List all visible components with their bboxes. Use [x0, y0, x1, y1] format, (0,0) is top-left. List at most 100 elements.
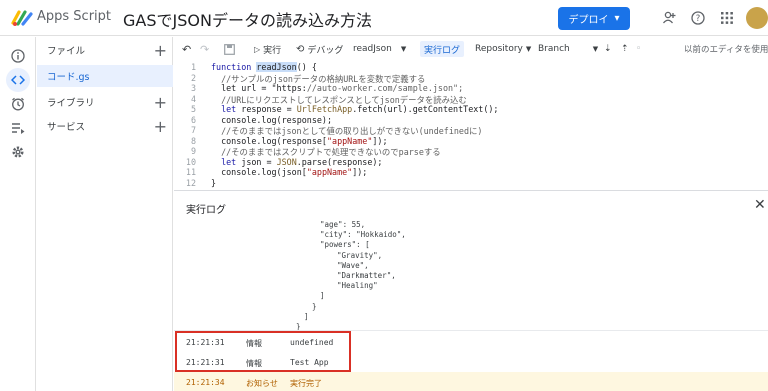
function-select-value: readJson — [353, 44, 392, 54]
line-number: 5 — [190, 104, 196, 114]
log-json-line: "powers": [ — [320, 240, 370, 250]
log-json-line: ] — [320, 291, 325, 301]
debug-button[interactable]: ⟲ デバッグ — [296, 41, 343, 57]
log-json-line: "city": "Hokkaido", — [320, 230, 406, 240]
add-library-icon[interactable]: + — [154, 93, 167, 112]
line-number: 8 — [190, 135, 196, 146]
log-row: 21:21:34 お知らせ 実行完了 — [174, 372, 768, 391]
services-label: サービス — [47, 122, 86, 133]
code-line: 4 //URLにリクエストしてレスポンスとしてjsonデータを読み込む — [174, 94, 768, 105]
legacy-editor-link[interactable]: 以前のエディタを使用 — [684, 41, 768, 57]
deploy-button[interactable]: デプロイ ▾ — [558, 7, 630, 30]
code-line: 12} — [174, 178, 768, 189]
project-title[interactable]: GASでJSONデータの読み込み方法 — [123, 7, 372, 31]
log-json-line: "Wave", — [328, 260, 369, 270]
files-section: ファイル + — [37, 39, 173, 61]
log-level: お知らせ — [246, 379, 278, 388]
log-message: 実行完了 — [290, 379, 322, 388]
code-line: 5 let response = UrlFetchApp.fetch(url).… — [174, 104, 768, 115]
add-person-icon[interactable] — [661, 10, 677, 26]
chevron-down-icon: ▼ — [592, 45, 599, 53]
branch-select[interactable]: Branch ▼ — [538, 41, 598, 57]
log-title: 実行ログ — [186, 205, 226, 216]
file-sidebar: ファイル + コード.gs ライブラリ + サービス + — [37, 37, 173, 391]
chevron-down-icon: ▾ — [614, 13, 620, 24]
push-icon[interactable]: ⇡ — [621, 41, 629, 57]
chevron-down-icon: ▼ — [525, 45, 532, 53]
repository-label: Repository — [475, 44, 523, 54]
history-icon[interactable]: ◦ — [636, 41, 641, 57]
deploy-button-label: デプロイ — [568, 15, 609, 26]
code-text: let response = UrlFetchApp.fetch(url).ge… — [221, 104, 499, 114]
close-icon[interactable]: ✕ — [754, 197, 766, 213]
line-number: 10 — [185, 156, 196, 167]
log-json-line: "Darkmatter", — [328, 271, 396, 280]
code-line: 8 console.log(response["appName"]); — [174, 136, 768, 147]
file-item-code-gs[interactable]: コード.gs — [37, 65, 173, 87]
redo-icon[interactable]: ↷ — [200, 41, 209, 57]
repository-select[interactable]: Repository ▼ — [475, 41, 531, 57]
run-button[interactable]: ▷ 実行 — [254, 41, 281, 57]
services-section: サービス + — [37, 115, 173, 137]
editor-toolbar: ↶ ↷ ▷ 実行 ⟲ デバッグ readJson ▼ 実行ログ Reposito… — [174, 37, 768, 61]
code-text: } — [211, 177, 217, 188]
libraries-section: ライブラリ + — [37, 91, 173, 113]
app-header: Apps Script GASでJSONデータの読み込み方法 デプロイ ▾ ? — [0, 0, 768, 36]
file-name: コード.gs — [47, 72, 90, 83]
add-file-icon[interactable]: + — [154, 41, 167, 60]
add-service-icon[interactable]: + — [154, 117, 167, 136]
code-line: 2 //サンプルのjsonデータの格納URLを変数で定義する — [174, 73, 768, 84]
log-json-line: } — [312, 301, 317, 311]
code-text: console.log(response["appName"]); — [211, 135, 388, 146]
files-label: ファイル — [47, 46, 86, 57]
log-json-line: "Healing" — [328, 281, 378, 291]
avatar[interactable] — [746, 7, 768, 29]
libraries-label: ライブラリ — [47, 98, 95, 109]
line-number: 7 — [190, 125, 196, 135]
clock-icon[interactable] — [6, 92, 30, 116]
line-number: 2 — [190, 72, 196, 83]
chevron-down-icon: ▼ — [400, 45, 407, 53]
pull-icon[interactable]: ⇣ — [604, 41, 612, 57]
line-number: 1 — [190, 62, 196, 72]
log-json-line: "Gravity", — [328, 250, 383, 260]
function-select[interactable]: readJson ▼ — [353, 41, 406, 57]
line-number: 4 — [190, 93, 196, 104]
code-line: 6 console.log(response); — [174, 115, 768, 126]
line-number: 12 — [185, 177, 196, 188]
highlight-box — [175, 331, 351, 372]
run-list-icon[interactable] — [6, 116, 30, 140]
code-line: 10 let json = JSON.parse(response); — [174, 157, 768, 168]
debug-icon: ⟲ — [296, 43, 305, 55]
execution-log-button[interactable]: 実行ログ — [420, 41, 465, 57]
code-text: function readJson() { — [211, 62, 317, 72]
save-icon[interactable] — [224, 41, 235, 57]
line-number: 6 — [190, 114, 196, 125]
play-icon: ▷ — [254, 44, 261, 54]
debug-label: デバッグ — [307, 45, 344, 56]
undo-icon[interactable]: ↶ — [182, 41, 191, 57]
info-icon[interactable] — [6, 44, 30, 68]
svg-text:?: ? — [696, 14, 701, 24]
code-text: console.log(response); — [211, 114, 333, 125]
log-time: 21:21:34 — [186, 378, 225, 387]
code-text: let json = JSON.parse(response); — [221, 156, 383, 167]
code-text: let url = "https://auto-worker.com/sampl… — [211, 83, 464, 93]
execution-log-label: 実行ログ — [424, 45, 461, 56]
code-line: 11 console.log(json["appName"]); — [174, 167, 768, 178]
branch-label: Branch — [538, 44, 570, 54]
code-line: 1 function readJson() { — [174, 62, 768, 73]
code-text: console.log(json["appName"]); — [211, 167, 368, 177]
legacy-editor-label: 以前のエディタを使用 — [684, 45, 768, 55]
settings-icon[interactable] — [6, 140, 30, 164]
apps-script-logo — [11, 10, 33, 26]
code-icon[interactable] — [6, 68, 30, 92]
code-line: 9 //そのままではスクリプトで処理できないのでparseする — [174, 146, 768, 157]
help-icon[interactable]: ? — [690, 10, 706, 26]
code-editor[interactable]: 1 function readJson() {2 //サンプルのjsonデータの格… — [174, 61, 768, 190]
apps-grid-icon[interactable] — [719, 10, 735, 26]
log-json-line: "age": 55, — [320, 220, 366, 229]
code-line: 3 let url = "https://auto-worker.com/sam… — [174, 83, 768, 94]
code-line: 7 //そのままではjsonとして値の取り出しができない(undefinedに) — [174, 125, 768, 136]
line-number: 3 — [190, 83, 196, 93]
